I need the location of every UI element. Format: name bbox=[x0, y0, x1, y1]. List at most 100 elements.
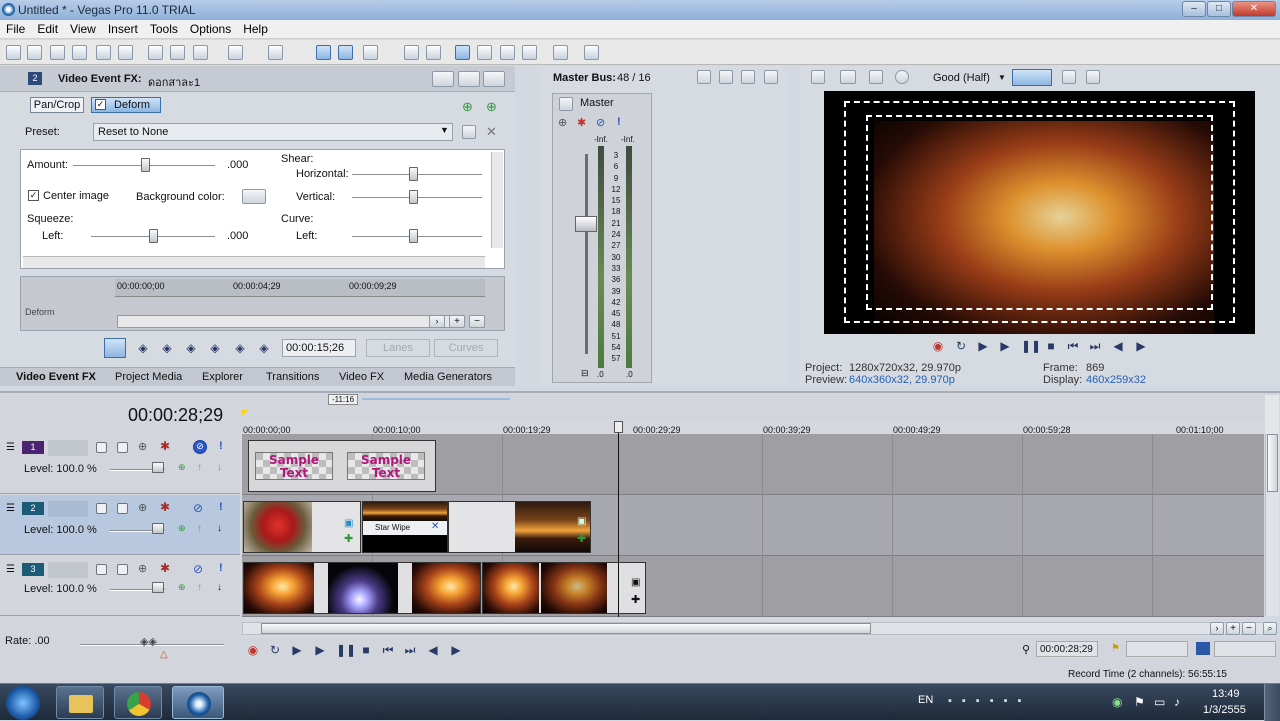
master-fx-icon[interactable] bbox=[697, 70, 711, 84]
properties-hscrollbar[interactable] bbox=[23, 256, 485, 268]
track-gear-icon[interactable]: ✱ bbox=[160, 561, 170, 575]
master-fader[interactable] bbox=[575, 216, 597, 232]
master-downmix-icon[interactable] bbox=[719, 70, 733, 84]
track-header-1[interactable]: ☰ 1 ⊕ ✱ ⊘ ! Level: 100.0 % ⊕ ↑ ↓ bbox=[0, 434, 240, 494]
track-down-arrow-icon[interactable]: ↓ bbox=[217, 462, 222, 473]
taskbar-explorer-icon[interactable] bbox=[56, 686, 104, 719]
keyframe-time-field[interactable]: 00:00:15;26 bbox=[282, 339, 356, 357]
fx-grid-icon[interactable] bbox=[483, 71, 505, 87]
keyframe-scrollbar[interactable] bbox=[117, 315, 453, 328]
delete-keyframe-icon[interactable]: ◈ bbox=[257, 341, 271, 355]
snapping-icon[interactable] bbox=[455, 45, 470, 60]
vertical-slider[interactable] bbox=[409, 190, 418, 204]
curve-left-slider[interactable] bbox=[409, 229, 418, 243]
previous-frame-icon[interactable]: ◀ bbox=[426, 643, 440, 657]
track-up-arrow-icon[interactable]: ↑ bbox=[197, 462, 202, 473]
flower-clip[interactable]: ▣ ✚ bbox=[243, 501, 361, 553]
preview-prev-frame-icon[interactable]: ◀ bbox=[1111, 339, 1125, 353]
preview-next-frame-icon[interactable]: ▶ bbox=[1134, 339, 1148, 353]
monitor-icon[interactable]: ▭ bbox=[1154, 695, 1165, 709]
preset-dropdown[interactable]: Reset to None bbox=[93, 123, 453, 141]
center-image-checkbox[interactable]: ✓ bbox=[28, 190, 39, 201]
play-icon[interactable]: ▶ bbox=[313, 643, 327, 657]
envelope-tool-icon[interactable] bbox=[338, 45, 353, 60]
preview-quality-dropdown[interactable]: Good (Half) bbox=[933, 72, 990, 84]
track-fx-icon[interactable]: ⊕ bbox=[138, 562, 147, 575]
next-keyframe-icon[interactable]: ◈ bbox=[184, 341, 198, 355]
hscroll-right-icon[interactable]: › bbox=[1210, 622, 1224, 635]
minimize-button[interactable]: – bbox=[1182, 1, 1206, 17]
start-button[interactable] bbox=[6, 686, 40, 720]
track-solo-icon[interactable]: ! bbox=[219, 562, 223, 574]
track-up-arrow-icon[interactable]: ↑ bbox=[197, 523, 202, 534]
text-event-clip[interactable]: Sample Text Sample Text bbox=[248, 440, 436, 492]
kf-zoom-out-icon[interactable]: − bbox=[469, 315, 485, 328]
menu-file[interactable]: File bbox=[0, 20, 31, 36]
open-icon[interactable] bbox=[27, 45, 42, 60]
record-icon[interactable]: ◉ bbox=[246, 643, 260, 657]
preview-record-icon[interactable]: ◉ bbox=[931, 339, 945, 353]
track-mute-icon[interactable]: ⊘ bbox=[193, 501, 203, 515]
next-frame-icon[interactable]: ▶ bbox=[449, 643, 463, 657]
event-pan-crop-icon[interactable]: ▣ bbox=[577, 516, 586, 527]
fire-clip-2[interactable]: ▣ ✚ bbox=[482, 562, 646, 614]
track-compositing-icon[interactable] bbox=[117, 564, 128, 575]
save-as-icon[interactable] bbox=[72, 45, 87, 60]
master-mixer-icon[interactable] bbox=[764, 70, 778, 84]
sync-cursor-icon[interactable] bbox=[104, 338, 126, 358]
track-expand-icon[interactable]: ☰ bbox=[6, 564, 15, 575]
horizontal-slider[interactable] bbox=[409, 167, 418, 181]
menu-tools[interactable]: Tools bbox=[144, 20, 184, 36]
track-solo-icon[interactable]: ! bbox=[219, 501, 223, 513]
track-level-slider-2[interactable] bbox=[152, 523, 164, 534]
track-name-1[interactable] bbox=[48, 440, 88, 456]
zoom-tool-icon[interactable]: ⌕ bbox=[1263, 622, 1277, 635]
add-fx-icon[interactable]: ⊕ bbox=[462, 99, 473, 115]
lock-envelopes-icon[interactable] bbox=[522, 45, 537, 60]
prev-keyframe-icon[interactable]: ◈ bbox=[160, 341, 174, 355]
track-mute-icon[interactable]: ⊘ bbox=[193, 440, 207, 454]
preview-go-end-icon[interactable]: ⏭ bbox=[1088, 339, 1102, 353]
hscroll-thumb[interactable] bbox=[261, 623, 871, 634]
clock-time[interactable]: 13:49 bbox=[1212, 688, 1240, 700]
track-add-icon[interactable]: ⊕ bbox=[178, 462, 186, 473]
network-icon[interactable]: ◉ bbox=[1112, 695, 1122, 709]
auto-crossfade-icon[interactable] bbox=[477, 45, 492, 60]
preview-properties-icon[interactable] bbox=[811, 70, 825, 84]
maximize-button[interactable]: □ bbox=[1207, 1, 1231, 17]
track-compositing-icon[interactable] bbox=[117, 442, 128, 453]
menu-view[interactable]: View bbox=[64, 20, 102, 36]
language-indicator[interactable]: EN bbox=[918, 694, 933, 706]
timeline-hscrollbar[interactable] bbox=[242, 622, 1264, 635]
amount-value[interactable]: .000 bbox=[227, 159, 248, 171]
master-settings-gear-icon[interactable]: ✱ bbox=[577, 116, 586, 129]
track-add-icon[interactable]: ⊕ bbox=[178, 582, 186, 593]
timeline-cursor[interactable] bbox=[618, 425, 619, 617]
close-button[interactable]: ✕ bbox=[1232, 1, 1276, 17]
external-monitor-icon[interactable] bbox=[840, 70, 856, 84]
background-color-picker[interactable] bbox=[242, 189, 266, 204]
remove-fx-icon[interactable]: ⊕ bbox=[486, 99, 497, 115]
tab-project-media[interactable]: Project Media bbox=[115, 371, 182, 383]
kf-zoom-in-icon[interactable]: + bbox=[449, 315, 465, 328]
copy-snapshot-icon[interactable] bbox=[1062, 70, 1076, 84]
rate-slider-icon[interactable]: ◈◈ bbox=[140, 635, 157, 648]
go-to-end-icon[interactable]: ⏭ bbox=[403, 643, 417, 657]
show-desktop-button[interactable] bbox=[1264, 684, 1280, 721]
preview-loop-icon[interactable]: ↻ bbox=[954, 339, 968, 353]
pause-icon[interactable]: ❚❚ bbox=[336, 643, 356, 657]
event-fx-icon[interactable]: ✚ bbox=[344, 532, 353, 545]
track-gear-icon[interactable]: ✱ bbox=[160, 439, 170, 453]
selection-end-field[interactable] bbox=[1214, 641, 1276, 657]
fx-list-icon[interactable] bbox=[458, 71, 480, 87]
undo-icon[interactable] bbox=[228, 45, 243, 60]
paste-icon[interactable] bbox=[193, 45, 208, 60]
event-pan-crop-icon[interactable]: ▣ bbox=[344, 518, 353, 529]
lanes-button[interactable]: Lanes bbox=[366, 339, 430, 357]
event-fx-icon[interactable]: ✚ bbox=[631, 593, 640, 606]
menu-options[interactable]: Options bbox=[184, 20, 237, 36]
taskbar-chrome-icon[interactable] bbox=[114, 686, 162, 719]
event-pan-crop-icon[interactable]: ▣ bbox=[631, 577, 640, 588]
curves-button[interactable]: Curves bbox=[434, 339, 498, 357]
track-motion-icon[interactable] bbox=[96, 503, 107, 514]
